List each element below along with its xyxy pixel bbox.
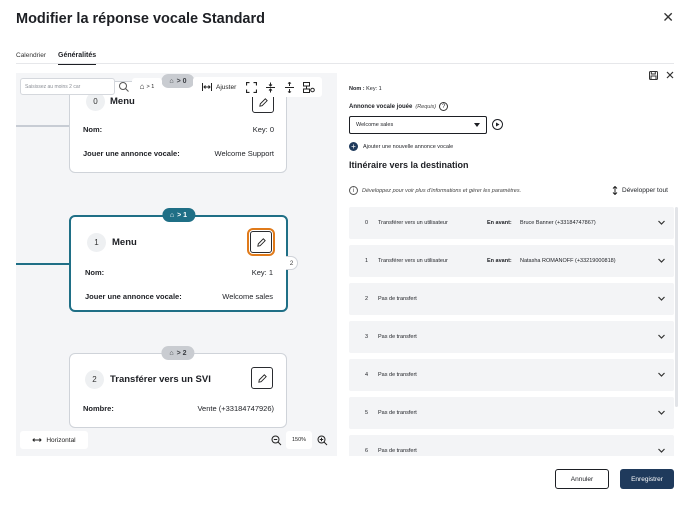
route-item[interactable]: 0 Transférer vers un utilisateur En avan… [349,207,674,239]
node-number: 2 [85,370,104,389]
info-icon: i [349,186,358,195]
node-number: 1 [87,233,106,252]
flow-canvas[interactable]: ⌂ > 0 0 Menu Nom: Key: 0 Jouer une annonc… [16,73,337,456]
search-icon[interactable] [118,81,130,93]
node-field-value: Key: 0 [252,125,274,134]
collapse-vertical-button[interactable] [280,78,299,96]
edit-node-button[interactable] [247,228,275,256]
flow-node-2[interactable]: ⌂ > 2 2 Transférer vers un SVI Nombre: Ve… [69,346,287,428]
horizontal-arrows-icon [32,438,43,442]
search-input[interactable]: Saisissez au moins 2 car [20,78,115,95]
child-count-toggle[interactable]: 2 [286,256,298,270]
scrollbar[interactable] [675,207,678,407]
announcement-select[interactable]: Welcome sales [349,116,487,134]
canvas-toolbar: Ajuster [193,77,323,97]
help-icon[interactable]: ? [439,102,449,111]
node-name: Menu [110,96,135,107]
layout-toggle-button[interactable]: Horizontal [20,431,88,449]
pencil-icon [258,97,268,107]
node-field-label: Nom: [83,125,103,134]
route-item[interactable]: 2 Pas de transfert [349,283,674,315]
route-item[interactable]: 3 Pas de transfert [349,321,674,353]
fit-width-icon [202,83,212,91]
home-icon: ⌂ [169,77,174,85]
plus-circle-icon: + [349,142,358,151]
zoom-out-button[interactable] [266,431,286,449]
hint-text: i Développez pour voir plus d'informatio… [349,186,521,195]
section-title: Itinéraire vers la destination [349,160,469,170]
edit-node-button[interactable] [251,367,273,389]
layout-settings-button[interactable] [299,78,319,96]
layout-settings-icon [303,81,316,93]
zoom-in-icon [317,435,327,445]
node-name-info: Nom : Key: 1 [349,86,382,92]
node-name: Menu [112,237,137,248]
fit-button[interactable]: Ajuster [196,78,242,96]
node-name: Transférer vers un SVI [110,374,211,385]
zoom-level: 150% [286,431,312,449]
caret-down-icon [474,123,480,127]
close-panel-icon[interactable] [666,71,674,79]
expand-all-button[interactable]: Développer tout [612,186,668,195]
node-field-value: Welcome Support [214,149,274,158]
zoom-in-button[interactable] [312,431,332,449]
chevron-down-icon[interactable] [657,332,666,341]
flow-node-1[interactable]: ⌂ > 1 1 Menu Nom: Key: 1 Jouer une annonc… [69,208,288,312]
node-field-label: Jouer une annonce vocale: [83,149,180,158]
node-field-label: Nom: [85,268,105,277]
connector-active [16,263,70,265]
node-badge: ⌂ > 0 [161,74,195,88]
chevron-down-icon[interactable] [657,218,666,227]
node-badge: ⌂ > 2 [161,346,195,360]
connector [16,125,70,127]
fullscreen-icon [246,81,258,93]
collapse-vertical-icon [285,81,295,93]
node-badge: ⌂ > 1 [161,208,196,222]
home-icon: ⌂ [169,349,174,357]
tab-divider [16,63,674,64]
expand-vertical-icon [266,82,276,92]
route-item[interactable]: 5 Pas de transfert [349,397,674,429]
save-icon[interactable] [649,71,658,80]
fullscreen-button[interactable] [242,78,261,96]
node-field-value: Welcome sales [222,292,273,301]
route-list: 0 Transférer vers un utilisateur En avan… [349,207,674,456]
play-icon [496,122,500,127]
chevron-down-icon[interactable] [657,294,666,303]
chevron-down-icon[interactable] [657,256,666,265]
node-field-label: Nombre: [83,404,114,413]
chevron-down-icon[interactable] [657,446,666,455]
home-icon: ⌂ [169,211,175,219]
dialog-title: Modifier la réponse vocale Standard [16,11,265,27]
save-button[interactable]: Enregistrer [620,469,674,489]
route-item[interactable]: 4 Pas de transfert [349,359,674,391]
breadcrumb[interactable]: ⌂ > 1 [132,78,162,95]
zoom-controls: 150% [266,431,332,449]
pencil-icon [256,237,266,247]
node-field-value: Vente (+33184747926) [197,404,274,413]
route-item[interactable]: 1 Transférer vers un utilisateur En avan… [349,245,674,277]
pencil-icon [257,373,267,383]
add-announcement-link[interactable]: + Ajouter une nouvelle annonce vocale [349,142,453,151]
chevron-down-icon[interactable] [657,408,666,417]
node-field-value: Key: 1 [251,268,273,277]
cancel-button[interactable]: Annuler [555,469,609,489]
zoom-out-icon [271,435,281,445]
home-icon: ⌂ [139,82,145,91]
announcement-label: Annonce vocale jouée (Requis) ? [349,102,449,111]
chevron-down-icon[interactable] [657,370,666,379]
expand-vertical-button[interactable] [261,78,280,96]
node-field-label: Jouer une annonce vocale: [85,292,182,301]
close-icon[interactable]: ✕ [662,10,674,24]
expand-arrows-icon [612,186,618,195]
panel-actions [649,71,674,80]
route-item[interactable]: 6 Pas de transfert [349,435,674,456]
play-button[interactable] [492,119,503,130]
